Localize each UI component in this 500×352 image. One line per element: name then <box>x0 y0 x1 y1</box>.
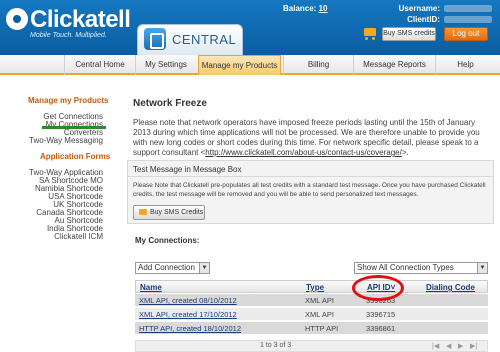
coverage-link[interactable]: http://www.clickatell.com/about-us/conta… <box>205 148 402 157</box>
cart-icon <box>139 209 147 215</box>
notice-end: >. <box>401 148 409 157</box>
divider <box>128 176 493 177</box>
connection-type: XML API <box>305 310 334 319</box>
connection-type: XML API <box>305 296 334 305</box>
clientid-label: ClientID: <box>407 15 440 24</box>
column-type[interactable]: Type <box>306 283 324 292</box>
add-connection-dropdown[interactable]: Add Connection ▼ <box>135 262 210 274</box>
sidebar-item-clickatell-icm[interactable]: Clickatell ICM <box>54 232 103 241</box>
next-page-icon[interactable]: ▶ <box>458 342 463 350</box>
chevron-down-icon: ▼ <box>199 263 209 273</box>
central-label: CENTRAL <box>172 32 237 47</box>
nav-message-reports[interactable]: Message Reports <box>353 55 435 75</box>
sidebar-item-two-way-messaging[interactable]: Two-Way Messaging <box>29 136 103 145</box>
logo-icon <box>6 8 28 30</box>
username-value <box>444 5 492 12</box>
app-header: Clickatell Mobile Touch. Multiplied. CEN… <box>0 0 500 55</box>
last-page-icon[interactable]: ▶| <box>470 342 477 350</box>
cart-icon[interactable] <box>362 27 378 40</box>
my-connections-heading: My Connections: <box>135 236 200 245</box>
connection-name[interactable]: XML API, created 17/10/2012 <box>139 310 237 319</box>
table-row[interactable]: XML API, created 08/10/2012 XML API 3396… <box>135 294 488 307</box>
column-dialing-code[interactable]: Dialing Code <box>426 283 475 292</box>
buy-sms-credits-header-button[interactable]: Buy SMS credits <box>382 27 436 41</box>
connection-type: HTTP API <box>305 324 339 333</box>
balance-label: Balance: <box>283 4 317 13</box>
main-nav: Central Home My Settings Manage my Produ… <box>0 55 500 75</box>
balance-link[interactable]: 10 <box>319 4 328 13</box>
nav-manage-my-products[interactable]: Manage my Products <box>198 55 281 75</box>
central-app-icon <box>144 28 166 50</box>
table-row[interactable]: XML API, created 17/10/2012 XML API 3396… <box>135 308 488 321</box>
buy-sms-credits-button[interactable]: Buy SMS Credits <box>133 205 205 220</box>
nav-central-home[interactable]: Central Home <box>64 55 135 75</box>
column-name[interactable]: Name <box>140 283 162 292</box>
connection-name[interactable]: HTTP API, created 18/10/2012 <box>139 324 241 333</box>
first-page-icon[interactable]: |◀ <box>432 342 439 350</box>
pager-text: 1 to 3 of 3 <box>260 342 292 349</box>
nav-my-settings[interactable]: My Settings <box>135 55 196 75</box>
logo-tagline: Mobile Touch. Multiplied. <box>30 32 107 39</box>
buy-sms-credits-label: Buy SMS Credits <box>150 209 204 216</box>
nav-help[interactable]: Help <box>435 55 495 75</box>
sidebar-heading-application-forms: Application Forms <box>40 152 111 161</box>
table-header: Name Type API ID˅ Dialing Code <box>135 280 488 293</box>
clientid-value <box>444 16 492 23</box>
add-connection-label: Add Connection <box>138 263 195 272</box>
prev-page-icon[interactable]: ◀ <box>446 342 451 350</box>
nav-billing[interactable]: Billing <box>283 55 353 75</box>
central-tab[interactable]: CENTRAL <box>137 24 243 55</box>
test-message-box: Test Message in Message Box Please Note … <box>127 160 494 224</box>
table-row[interactable]: HTTP API, created 18/10/2012 HTTP API 33… <box>135 322 488 335</box>
network-freeze-notice: Please note that network operators have … <box>133 118 490 158</box>
balance-display: Balance: 10 <box>283 4 328 13</box>
table-pager: 1 to 3 of 3 |◀ ◀ ▶ ▶| <box>135 340 488 352</box>
test-message-title: Test Message in Message Box <box>133 165 242 174</box>
connection-type-filter[interactable]: Show All Connection Types ▼ <box>354 262 488 274</box>
test-message-text: Please Note that Clickatell pre-populate… <box>133 182 486 198</box>
chevron-down-icon: ▼ <box>477 263 487 273</box>
logo-text: Clickatell <box>30 6 131 33</box>
username-label: Username: <box>398 4 440 13</box>
api-id-highlight-circle <box>352 275 404 301</box>
logout-button[interactable]: Log out <box>444 27 488 41</box>
connection-api-id: 3396861 <box>366 324 396 333</box>
sidebar-heading-manage-products: Manage my Products <box>28 96 109 105</box>
connection-api-id: 3396715 <box>366 310 396 319</box>
connection-name[interactable]: XML API, created 08/10/2012 <box>139 296 237 305</box>
page-title: Network Freeze <box>133 98 207 109</box>
filter-label: Show All Connection Types <box>357 263 454 272</box>
